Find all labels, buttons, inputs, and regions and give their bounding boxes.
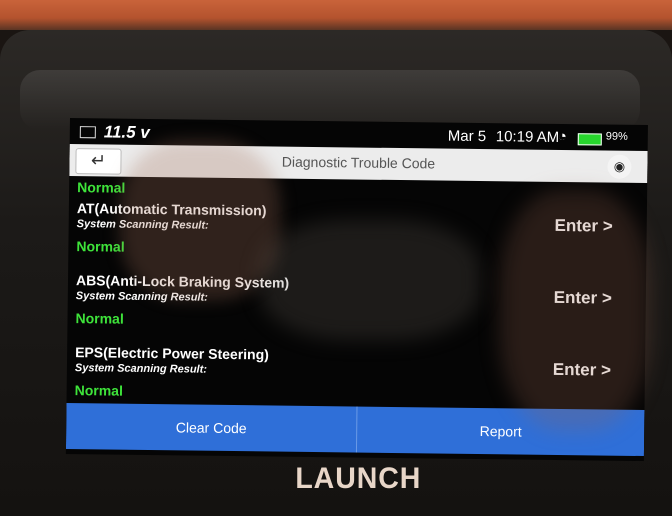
list-item-at: AT(Automatic Transmission) System Scanni…: [68, 200, 647, 279]
voltage-readout: 11.5 v: [103, 122, 150, 142]
clear-code-button[interactable]: Clear Code: [65, 402, 358, 453]
report-button[interactable]: Report: [357, 407, 645, 457]
wifi-icon: ◔: [557, 127, 567, 146]
enter-button-eps[interactable]: Enter >: [553, 360, 611, 381]
system-sub-label: System Scanning Result:: [75, 290, 208, 304]
system-result: Normal: [75, 310, 124, 327]
system-name: ABS(Anti-Lock Braking System): [75, 272, 290, 291]
system-name: EPS(Electric Power Steering): [75, 344, 269, 363]
action-bar: Clear Code Report: [65, 402, 645, 457]
title-bar: ↵ Diagnostic Trouble Code ◉: [69, 143, 648, 184]
status-time: 10:19 AM: [495, 128, 560, 146]
system-result: Normal: [76, 238, 125, 255]
table-surface: [0, 0, 672, 30]
list-item-abs: ABS(Anti-Lock Braking System) System Sca…: [67, 272, 646, 351]
battery-icon: [577, 133, 602, 146]
enter-button-abs[interactable]: Enter >: [554, 288, 612, 309]
battery-percent: 99%: [605, 130, 628, 143]
device-screen: 11.5 v Mar 5 10:19 AM ◔ 99% ↵ Diagnostic…: [65, 118, 648, 462]
previous-system-result: Normal: [77, 179, 126, 196]
screenshot-button[interactable]: ◉: [599, 151, 639, 181]
page-title: Diagnostic Trouble Code: [281, 153, 436, 172]
system-sub-label: System Scanning Result:: [74, 362, 208, 376]
enter-button-at[interactable]: Enter >: [554, 216, 612, 237]
system-sub-label: System Scanning Result:: [76, 218, 209, 232]
camera-icon: ◉: [607, 154, 632, 179]
system-name: AT(Automatic Transmission): [76, 200, 267, 219]
system-result: Normal: [74, 382, 124, 399]
car-battery-icon: [79, 126, 96, 139]
status-date: Mar 5: [447, 127, 487, 146]
brand-logo: LAUNCH: [295, 462, 422, 495]
